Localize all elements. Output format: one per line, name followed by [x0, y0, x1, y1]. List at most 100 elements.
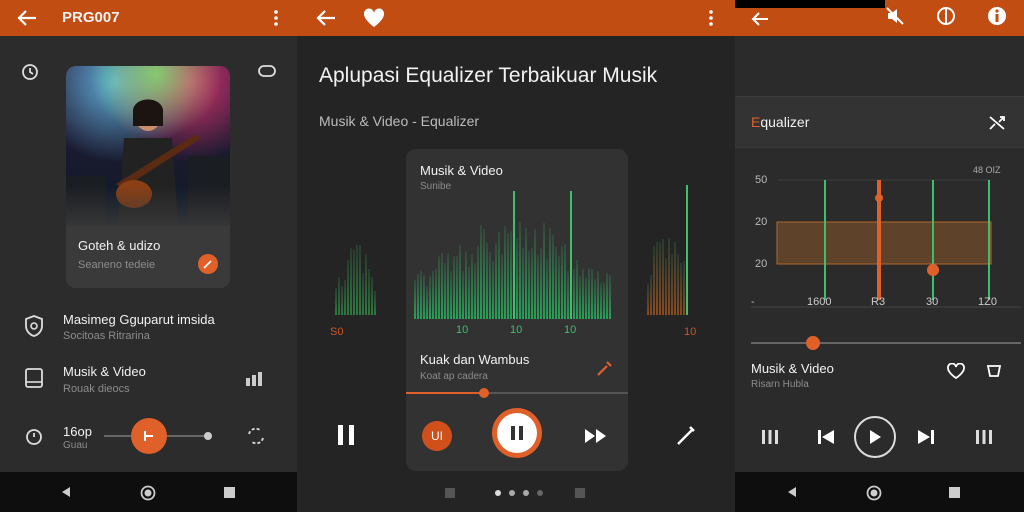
- waveform-bar: [462, 271, 464, 319]
- title-rest: qualizer: [760, 114, 810, 130]
- back-arrow-icon[interactable]: [313, 6, 339, 30]
- band-label: 10: [456, 324, 469, 336]
- waveform-bar: [531, 248, 533, 319]
- waveform-bar: [668, 238, 670, 315]
- equalizer-bars-icon[interactable]: [973, 426, 995, 448]
- nav-home-icon[interactable]: [139, 484, 157, 502]
- nav-recents-icon[interactable]: [947, 485, 961, 499]
- waveform-bar: [432, 271, 434, 319]
- waveform-bar: [474, 263, 476, 319]
- waveform-bar: [594, 279, 596, 319]
- like-icon[interactable]: [945, 360, 967, 382]
- eq-band-knob[interactable]: [927, 264, 939, 276]
- equalizer-bars-icon[interactable]: [759, 426, 781, 448]
- play-button[interactable]: [854, 416, 896, 458]
- waveform-bar: [456, 256, 458, 319]
- waveform-bar: [498, 232, 500, 319]
- waveform-bar: [495, 243, 497, 319]
- alarm-icon[interactable]: [22, 424, 46, 448]
- waveform-bar: [522, 248, 524, 319]
- nav-back-icon[interactable]: [58, 484, 74, 500]
- waveform-bar: [647, 284, 649, 315]
- play-button[interactable]: [131, 418, 167, 454]
- page-dot[interactable]: [537, 490, 543, 496]
- wand-icon[interactable]: [673, 422, 699, 448]
- waveform-bar: [459, 245, 461, 319]
- back-arrow-icon[interactable]: [749, 8, 771, 30]
- chat-icon[interactable]: [255, 60, 279, 84]
- page-dot[interactable]: [523, 490, 529, 496]
- app-title: PRG007: [62, 9, 120, 26]
- carousel-prev[interactable]: [445, 488, 455, 498]
- track-title: Kuak dan Wambus: [420, 352, 530, 367]
- preamp-thumb[interactable]: [806, 336, 821, 350]
- waveform-bar: [465, 252, 467, 319]
- cast-icon[interactable]: [983, 360, 1005, 382]
- bar-chart-icon[interactable]: [244, 370, 264, 388]
- info-icon[interactable]: [985, 4, 1009, 28]
- carousel-next[interactable]: [575, 488, 585, 498]
- preamp-track[interactable]: [751, 342, 1021, 344]
- heart-icon[interactable]: [361, 6, 387, 30]
- list-item[interactable]: Masimeg Gguparut imsida Socitoas Ritrari…: [0, 304, 297, 350]
- waveform-bar: [356, 245, 358, 315]
- waveform-bar: [429, 276, 431, 319]
- waveform-bar: [603, 282, 605, 319]
- waveform-bar: [368, 269, 370, 315]
- page-dot[interactable]: [509, 490, 515, 496]
- x-label: 1Z0: [978, 296, 997, 308]
- fast-forward-icon[interactable]: [582, 425, 610, 447]
- screen-equalizer-promo: Aplupasi Equalizer Terbaikuar Musik Musi…: [297, 0, 735, 512]
- mute-icon[interactable]: [883, 4, 907, 28]
- card-title: Musik & Video: [420, 163, 503, 178]
- waveform-bar: [504, 226, 506, 319]
- waveform-bar: [471, 254, 473, 319]
- waveform-bar: [585, 278, 587, 319]
- skip-next-icon[interactable]: [915, 426, 937, 448]
- balance-icon[interactable]: [934, 4, 958, 28]
- waveform-bar: [441, 253, 443, 319]
- nav-home-icon[interactable]: [865, 484, 883, 502]
- status-strip: [735, 0, 885, 8]
- timer-icon[interactable]: [18, 60, 42, 84]
- skip-previous-icon[interactable]: [815, 426, 837, 448]
- waveform-bar: [674, 242, 676, 315]
- player-thumb[interactable]: [204, 432, 212, 440]
- waveform-center: [414, 189, 612, 319]
- pause-button[interactable]: [492, 408, 542, 458]
- seek-fill: [406, 392, 484, 394]
- waveform-bar: [486, 243, 488, 319]
- more-vert-icon[interactable]: [266, 6, 286, 30]
- edit-icon[interactable]: [198, 254, 218, 274]
- page-dot[interactable]: [495, 490, 501, 496]
- album-title: Goteh & udizo: [78, 238, 161, 253]
- more-vert-icon[interactable]: [701, 6, 721, 30]
- nav-recents-icon[interactable]: [222, 485, 236, 499]
- repeat-icon[interactable]: [244, 424, 268, 448]
- guitar-icon[interactable]: [594, 359, 614, 379]
- equalizer-card: Musik & Video Sunibe 10 10 10 Kuak dan W…: [406, 149, 628, 471]
- shuffle-icon[interactable]: [985, 111, 1009, 135]
- waveform-bar: [659, 242, 661, 315]
- list-item[interactable]: Musik & Video Rouak dieocs: [0, 358, 297, 404]
- waveform-bar: [507, 233, 509, 319]
- track-subtitle: Koat ap cadera: [420, 371, 488, 382]
- app-bar: [735, 0, 1024, 36]
- waveform-bar: [341, 286, 343, 315]
- waveform-bar: [561, 246, 563, 319]
- waveform-bar: [468, 267, 470, 319]
- small-action-button[interactable]: UI: [422, 421, 452, 451]
- pause-icon[interactable]: [333, 422, 359, 448]
- waveform-bar: [516, 238, 518, 319]
- album-card[interactable]: Goteh & udizo Seaneno tedeie: [66, 66, 230, 288]
- shield-icon: [22, 314, 46, 338]
- waveform-bar: [480, 225, 482, 319]
- back-arrow-icon[interactable]: [14, 6, 40, 30]
- eq-band-knob[interactable]: [875, 194, 883, 202]
- book-icon: [22, 366, 46, 390]
- equalizer-graph[interactable]: [735, 160, 1024, 310]
- waveform-bar: [374, 291, 376, 315]
- seek-thumb[interactable]: [478, 388, 489, 398]
- nav-back-icon[interactable]: [784, 484, 800, 500]
- waveform-bar: [609, 275, 611, 319]
